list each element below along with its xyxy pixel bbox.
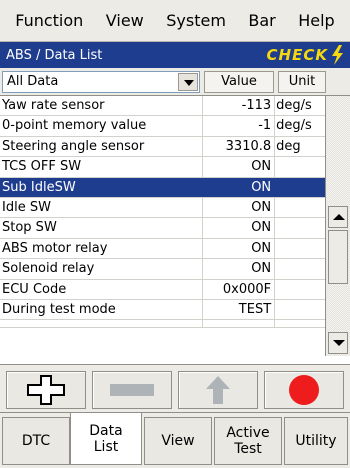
column-header-value[interactable]: Value	[204, 71, 274, 93]
row-unit	[275, 259, 325, 278]
table-row[interactable]: TCS OFF SW ON	[0, 157, 325, 178]
table-row[interactable]: ABS motor relay ON	[0, 238, 325, 260]
tab-utility[interactable]: Utility	[284, 417, 348, 465]
data-filter-select[interactable]: All Data	[2, 71, 200, 93]
row-name: Stop SW	[0, 218, 204, 238]
row-unit	[275, 178, 325, 197]
row-unit	[275, 198, 325, 217]
list-header: All Data Value Unit	[0, 68, 350, 96]
row-unit: deg	[276, 138, 301, 154]
lightning-bolt-icon	[332, 45, 343, 65]
row-name: 0-point memory value	[0, 116, 204, 136]
row-name: ABS motor relay	[0, 238, 204, 259]
bottom-tab-bar: DTC Data List View Active Test Utility	[0, 412, 350, 468]
menu-system[interactable]: System	[162, 11, 230, 30]
tab-label: Data List	[89, 422, 123, 455]
plus-icon	[27, 375, 65, 405]
table-row[interactable]: 0-point memory value -1 deg/s	[0, 116, 325, 137]
column-header-unit[interactable]: Unit	[278, 71, 326, 93]
menu-view[interactable]: View	[102, 11, 148, 30]
table-row[interactable]: During test mode TEST	[0, 299, 325, 321]
action-bar	[0, 364, 350, 412]
row-value: ON	[203, 259, 276, 279]
row-unit	[275, 280, 325, 299]
title-bar: ABS / Data List CHECK	[0, 42, 350, 68]
table-row-partial[interactable]	[0, 320, 325, 329]
row-value: ON	[203, 238, 276, 259]
tab-view[interactable]: View	[144, 417, 212, 465]
check-label: CHECK	[266, 46, 328, 64]
menu-help[interactable]: Help	[294, 11, 338, 30]
chevron-down-icon[interactable]	[178, 73, 198, 91]
record-icon	[289, 375, 319, 405]
row-unit	[275, 300, 325, 319]
row-name: TCS OFF SW	[0, 157, 204, 177]
table-row[interactable]: Yaw rate sensor -113 deg/s	[0, 96, 325, 117]
tab-label: Active Test	[226, 425, 270, 457]
check-indicator: CHECK	[267, 45, 344, 65]
table-row-selected[interactable]: Sub IdleSW ON	[0, 177, 325, 198]
scrollbar-thumb[interactable]	[328, 230, 348, 284]
row-value: -113	[203, 96, 276, 116]
menu-bar: Function View System Bar Help	[0, 0, 350, 42]
row-unit	[275, 218, 325, 237]
row-value: 3310.8	[203, 136, 276, 157]
row-unit: deg/s	[276, 118, 312, 134]
table-row[interactable]: Solenoid relay ON	[0, 259, 325, 280]
data-table: Yaw rate sensor -113 deg/s 0-point memor…	[0, 96, 326, 356]
add-button[interactable]	[6, 371, 86, 409]
vertical-scrollbar[interactable]	[326, 96, 350, 356]
row-value: ON	[203, 157, 276, 177]
row-value: 0x000F	[203, 279, 276, 299]
row-value: -1	[203, 116, 276, 136]
scroll-up-icon[interactable]	[328, 206, 348, 228]
row-value: ON	[203, 177, 276, 197]
tab-active-test[interactable]: Active Test	[214, 417, 282, 465]
remove-button[interactable]	[92, 371, 172, 409]
data-filter-value: All Data	[7, 74, 59, 89]
page-title: ABS / Data List	[6, 47, 103, 63]
row-name: ECU Code	[0, 279, 204, 299]
row-unit	[275, 239, 325, 258]
row-name: Yaw rate sensor	[0, 96, 204, 116]
tab-data-list[interactable]: Data List	[70, 413, 142, 465]
row-unit	[275, 157, 325, 176]
table-row[interactable]: Steering angle sensor 3310.8 deg	[0, 136, 325, 158]
tab-label: View	[161, 433, 195, 449]
menu-function[interactable]: Function	[11, 11, 87, 30]
record-button[interactable]	[264, 371, 344, 409]
table-row[interactable]: ECU Code 0x000F	[0, 279, 325, 300]
table-row[interactable]: Stop SW ON	[0, 218, 325, 239]
minus-icon	[110, 384, 154, 396]
menu-bar-item[interactable]: Bar	[244, 11, 279, 30]
row-value: ON	[203, 218, 276, 238]
row-name: During test mode	[0, 299, 204, 320]
row-unit: deg/s	[276, 98, 312, 113]
tab-label: DTC	[21, 433, 51, 449]
tab-label: Utility	[295, 433, 337, 449]
row-value: ON	[203, 197, 276, 218]
row-name: Solenoid relay	[0, 259, 204, 279]
move-up-button[interactable]	[178, 371, 258, 409]
scroll-down-icon[interactable]	[328, 332, 348, 354]
tab-dtc[interactable]: DTC	[2, 417, 70, 465]
row-value: TEST	[203, 299, 276, 320]
row-name: Steering angle sensor	[0, 136, 204, 157]
table-row[interactable]: Idle SW ON	[0, 197, 325, 219]
row-name: Idle SW	[0, 197, 204, 218]
row-name: Sub IdleSW	[0, 177, 204, 197]
up-arrow-icon	[206, 376, 230, 404]
